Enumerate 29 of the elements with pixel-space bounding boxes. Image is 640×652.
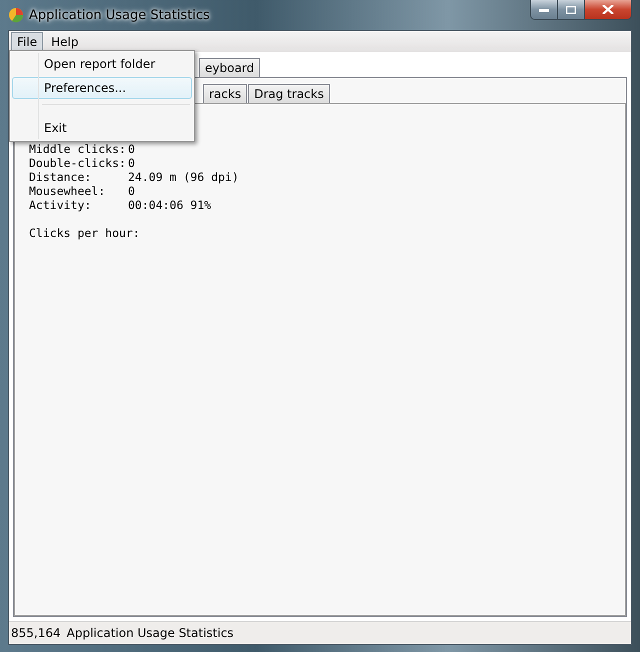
menu-option[interactable]: Preferences... <box>12 77 192 99</box>
stat-value: 0 <box>128 184 135 198</box>
stat-value: 0 <box>128 156 135 170</box>
stat-label: Clicks per hour: <box>29 226 140 240</box>
stat-label: Middle clicks: <box>29 142 127 156</box>
status-text: Application Usage Statistics <box>66 626 234 640</box>
stat-label: Distance: <box>29 170 92 184</box>
close-button[interactable] <box>585 0 631 19</box>
tab[interactable]: Drag tracks <box>248 84 330 103</box>
minimize-icon <box>539 8 549 12</box>
status-count: 855,164 <box>11 626 61 640</box>
stat-label: Activity: <box>29 198 92 212</box>
stat-label: Double-clicks: <box>29 156 127 170</box>
maximize-icon <box>566 6 576 14</box>
menu-item[interactable]: Help <box>45 32 84 51</box>
tab[interactable]: racks <box>203 84 248 103</box>
stat-value: 24.09 m (96 dpi) <box>128 170 239 184</box>
minimize-button[interactable] <box>531 0 558 19</box>
pie-chart-icon <box>8 7 24 23</box>
maximize-button[interactable] <box>558 0 585 19</box>
close-icon <box>602 5 614 14</box>
menu-item[interactable]: File <box>11 32 44 51</box>
window-title: Application Usage Statistics <box>29 8 210 22</box>
stat-label: Mousewheel: <box>29 184 106 198</box>
stat-value: 0 <box>128 142 135 156</box>
stat-value: 00:04:06 91% <box>128 198 212 212</box>
tab[interactable]: eyboard <box>199 58 260 77</box>
menu-option[interactable]: Exit <box>12 117 192 139</box>
menu-option[interactable]: Open report folder <box>12 53 192 75</box>
